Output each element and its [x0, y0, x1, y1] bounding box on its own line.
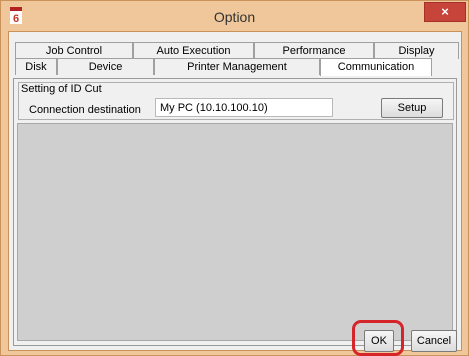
- tab-printer-management[interactable]: Printer Management: [154, 58, 320, 75]
- communication-panel: Setting of ID Cut Connection destination…: [13, 78, 457, 346]
- tab-job-control[interactable]: Job Control: [15, 42, 133, 59]
- connection-destination-field[interactable]: [155, 98, 333, 117]
- tab-device[interactable]: Device: [57, 58, 154, 75]
- close-button[interactable]: ×: [424, 2, 466, 22]
- connection-destination-label: Connection destination: [29, 104, 141, 116]
- tab-auto-execution[interactable]: Auto Execution: [133, 42, 254, 59]
- tab-row-back: Job Control Auto Execution Performance D…: [15, 42, 459, 59]
- close-icon: ×: [441, 4, 449, 19]
- dialog-client-area: Job Control Auto Execution Performance D…: [8, 31, 462, 356]
- ok-button[interactable]: OK: [364, 330, 394, 352]
- tab-disk[interactable]: Disk: [15, 58, 57, 75]
- communication-content-area: [17, 123, 453, 341]
- window-title: Option: [213, 9, 256, 25]
- group-title: Setting of ID Cut: [21, 83, 102, 95]
- cancel-button[interactable]: Cancel: [411, 330, 457, 352]
- id-cut-settings-group: Setting of ID Cut Connection destination…: [18, 82, 454, 120]
- title-bar[interactable]: 6 Option ×: [1, 1, 468, 31]
- tab-row-front: Disk Device Printer Management Communica…: [15, 58, 459, 76]
- tab-communication[interactable]: Communication: [320, 58, 432, 76]
- tab-performance[interactable]: Performance: [254, 42, 374, 59]
- setup-button[interactable]: Setup: [381, 98, 443, 118]
- option-dialog: 6 Option × Job Control Auto Execution Pe…: [0, 0, 469, 356]
- tab-display[interactable]: Display: [374, 42, 459, 59]
